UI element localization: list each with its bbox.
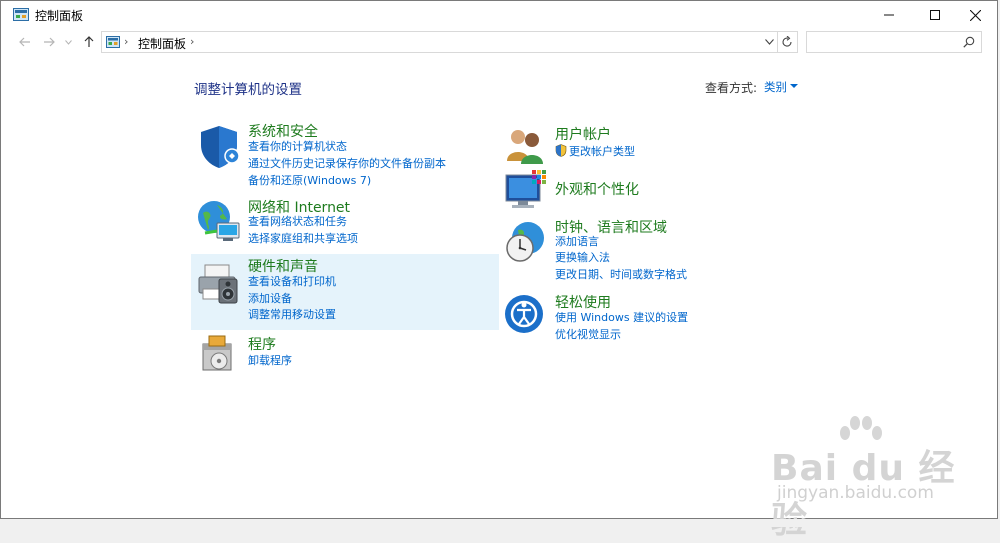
category-title[interactable]: 程序: [248, 334, 276, 354]
control-panel-window: 控制面板 › 控制面板 › 调整计算机的设置 查看方式: 类别 系统和安全 查看…: [0, 0, 998, 541]
category-title[interactable]: 轻松使用: [555, 292, 611, 312]
shield-icon[interactable]: [195, 123, 243, 171]
control-panel-icon: [106, 36, 120, 48]
window-title: 控制面板: [35, 9, 84, 23]
category-ease-of-access: 轻松使用 使用 Windows 建议的设置 优化视觉显示: [498, 290, 798, 346]
category-link[interactable]: 更改日期、时间或数字格式: [555, 268, 687, 282]
category-link[interactable]: 选择家庭组和共享选项: [248, 232, 358, 246]
arrow-left-icon: [19, 37, 30, 47]
printer-speaker-icon[interactable]: [195, 259, 243, 307]
search-icon[interactable]: [963, 36, 975, 48]
watermark-url: jingyan.baidu.com: [777, 483, 934, 503]
globe-network-icon[interactable]: [195, 197, 243, 245]
clock-globe-icon[interactable]: [504, 220, 548, 264]
breadcrumb-separator[interactable]: ›: [124, 35, 128, 48]
recent-locations-button[interactable]: [63, 34, 73, 50]
category-title[interactable]: 用户帐户: [555, 124, 611, 144]
maximize-icon: [930, 10, 940, 20]
control-panel-icon: [13, 8, 29, 21]
category-link[interactable]: 更换输入法: [555, 251, 610, 265]
category-link[interactable]: 添加语言: [555, 235, 599, 249]
category-title[interactable]: 网络和 Internet: [248, 197, 350, 217]
category-title[interactable]: 时钟、语言和区域: [555, 217, 667, 237]
category-title[interactable]: 外观和个性化: [555, 179, 639, 199]
navigation-bar: › 控制面板 ›: [1, 31, 997, 55]
title-bar[interactable]: 控制面板: [1, 1, 997, 29]
refresh-button[interactable]: [778, 31, 798, 53]
category-link[interactable]: 更改帐户类型: [569, 145, 635, 159]
baidu-jingyan-watermark: Bai du 经验 jingyan.baidu.com: [771, 413, 981, 541]
category-link[interactable]: 调整常用移动设置: [248, 308, 336, 322]
monitor-palette-icon[interactable]: [504, 169, 548, 211]
breadcrumb-control-panel[interactable]: 控制面板: [138, 35, 186, 52]
users-icon[interactable]: [504, 125, 546, 165]
close-button[interactable]: [952, 1, 998, 29]
address-dropdown-button[interactable]: [762, 35, 776, 49]
up-button[interactable]: [81, 34, 97, 50]
category-programs: 程序 卸载程序: [191, 332, 499, 374]
category-user-accounts: 用户帐户 更改帐户类型: [498, 121, 798, 165]
chevron-down-icon[interactable]: [790, 84, 798, 88]
category-link[interactable]: 查看设备和打印机: [248, 275, 336, 289]
minimize-button[interactable]: [866, 1, 912, 29]
forward-button[interactable]: [41, 34, 57, 50]
address-bar[interactable]: › 控制面板 ›: [101, 31, 778, 53]
search-input[interactable]: [811, 34, 965, 52]
chevron-down-icon: [64, 39, 72, 45]
back-button[interactable]: [17, 34, 33, 50]
arrow-up-icon: [84, 36, 94, 47]
view-by-dropdown[interactable]: 类别: [764, 79, 787, 95]
vertical-scrollbar[interactable]: [988, 59, 998, 519]
programs-disc-icon[interactable]: [197, 334, 237, 374]
ease-of-access-icon[interactable]: [504, 294, 544, 334]
category-system-security: 系统和安全 查看你的计算机状态 通过文件历史记录保存你的文件备份副本 备份和还原…: [191, 119, 499, 193]
category-link[interactable]: 优化视觉显示: [555, 328, 621, 342]
category-link[interactable]: 查看你的计算机状态: [248, 140, 347, 154]
category-link[interactable]: 查看网络状态和任务: [248, 215, 347, 229]
category-hardware-sound[interactable]: 硬件和声音 查看设备和打印机 添加设备 调整常用移动设置: [191, 254, 499, 330]
arrow-right-icon: [44, 37, 55, 47]
chevron-down-icon: [764, 39, 774, 45]
search-box[interactable]: [806, 31, 982, 53]
category-network-internet: 网络和 Internet 查看网络状态和任务 选择家庭组和共享选项: [191, 194, 499, 250]
close-icon: [969, 9, 981, 21]
minimize-icon: [884, 14, 894, 16]
category-link[interactable]: 添加设备: [248, 292, 292, 306]
breadcrumb-separator[interactable]: ›: [190, 35, 194, 48]
view-by-label: 查看方式:: [705, 81, 758, 95]
uac-shield-icon: [555, 144, 567, 157]
category-link[interactable]: 卸载程序: [248, 354, 292, 368]
category-title[interactable]: 系统和安全: [248, 121, 318, 141]
category-link[interactable]: 通过文件历史记录保存你的文件备份副本: [248, 157, 446, 171]
category-link[interactable]: 使用 Windows 建议的设置: [555, 311, 688, 325]
refresh-icon: [782, 36, 792, 47]
category-link[interactable]: 备份和还原(Windows 7): [248, 174, 371, 188]
category-clock-language-region: 时钟、语言和区域 添加语言 更换输入法 更改日期、时间或数字格式: [498, 214, 798, 284]
taskbar-edge: [0, 519, 1000, 527]
category-appearance-personalization: 外观和个性化: [498, 167, 798, 211]
page-title: 调整计算机的设置: [194, 82, 302, 98]
category-title[interactable]: 硬件和声音: [248, 256, 318, 276]
